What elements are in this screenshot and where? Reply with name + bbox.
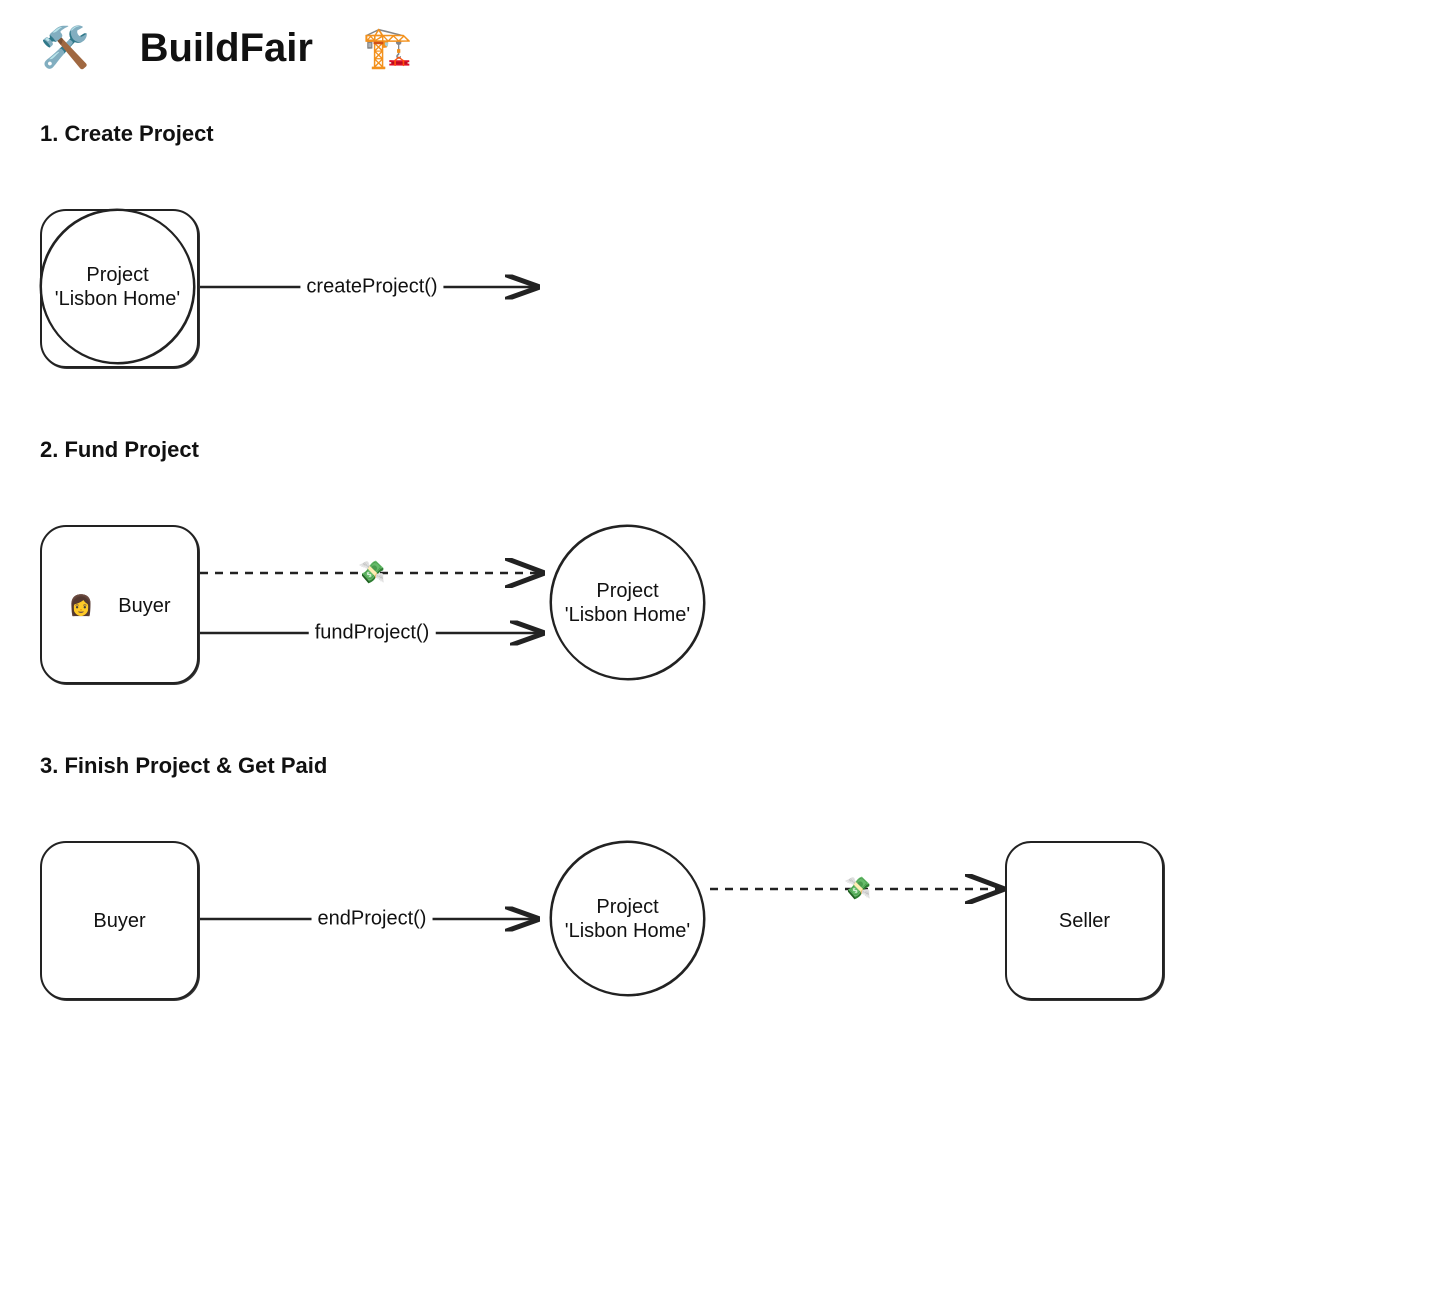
money-icon-1: 💸 — [358, 561, 385, 586]
buyer-node-1: 👩 Buyer — [40, 525, 199, 684]
step-heading-2: 2. Fund Project — [40, 437, 1400, 463]
project-node-3: Project 'Lisbon Home' — [550, 841, 705, 996]
step-heading-1: 1. Create Project — [40, 121, 1400, 147]
step-canvas-2: 👩 Buyer Project 'Lisbon Home' 💸 fundProj… — [40, 503, 1160, 703]
diagram-page: 🛠️ BuildFair 🏗️ 1. Create Project 👷 Sell… — [0, 0, 1440, 1290]
arrows-layer-1 — [40, 187, 1160, 387]
arrow-label-create: createProject() — [300, 276, 443, 299]
seller-node-2: Seller — [1005, 841, 1164, 1000]
step-canvas-1: 👷 Seller Project 'Lisbon Home' createPro… — [40, 187, 1160, 387]
page-title: 🛠️ BuildFair 🏗️ — [40, 24, 1400, 71]
money-icon-2: 💸 — [844, 877, 871, 902]
step-heading-3: 3. Finish Project & Get Paid — [40, 753, 1400, 779]
project-node-1: Project 'Lisbon Home' — [40, 209, 195, 364]
arrow-label-fund: fundProject() — [309, 622, 436, 645]
project-node-2: Project 'Lisbon Home' — [550, 525, 705, 680]
buyer-node-2: Buyer — [40, 841, 199, 1000]
arrow-label-end: endProject() — [312, 908, 433, 931]
step-canvas-3: Buyer Project 'Lisbon Home' Seller endPr… — [40, 819, 1160, 1019]
